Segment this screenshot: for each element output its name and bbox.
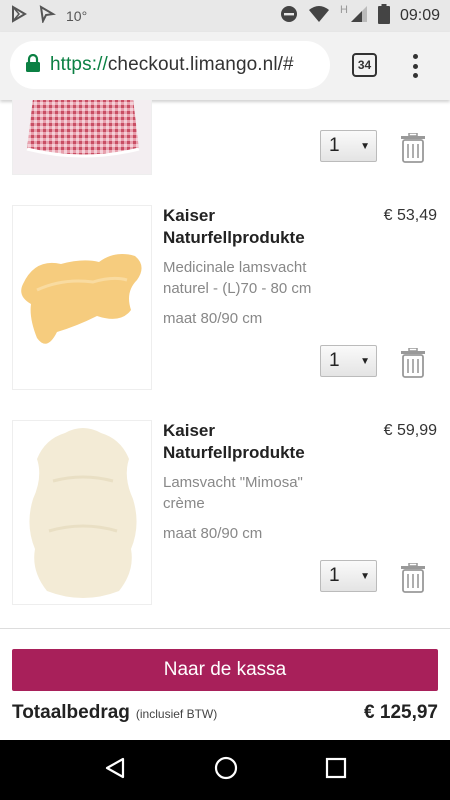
status-right: H 09:09	[280, 4, 440, 28]
total-note: (inclusief BTW)	[135, 707, 218, 721]
url-host: checkout.limango.nl/#	[107, 54, 294, 75]
quantity-select[interactable]: 1 ▼	[320, 130, 377, 162]
url-bar[interactable]: https://checkout.limango.nl/#	[10, 41, 330, 89]
product-size: maat 80/90 cm	[163, 310, 263, 327]
menu-dots-icon[interactable]	[405, 52, 425, 80]
total-row: Totaalbedrag (inclusief BTW) € 125,97	[12, 702, 438, 730]
product-price: € 59,99	[383, 422, 437, 439]
product-image[interactable]	[12, 420, 152, 605]
trash-icon[interactable]	[400, 562, 428, 595]
divider	[0, 628, 450, 629]
browser-toolbar: https://checkout.limango.nl/# 34	[0, 32, 450, 100]
checkout-button[interactable]: Naar de kassa	[12, 649, 438, 691]
back-icon[interactable]	[103, 756, 127, 785]
url-scheme: https://	[50, 54, 108, 75]
status-bar: 10° H 09:09	[0, 0, 450, 32]
navigation-icon	[38, 5, 56, 27]
product-price: € 53,49	[383, 207, 437, 224]
product-brand: Kaiser Naturfellprodukte	[163, 421, 305, 462]
trash-icon[interactable]	[400, 132, 428, 165]
product-size: maat 80/90 cm	[163, 525, 263, 542]
lock-icon	[26, 53, 40, 77]
product-image[interactable]	[12, 205, 152, 390]
trash-icon[interactable]	[400, 347, 428, 380]
cart-item: Kaiser Naturfellprodukte € 53,49 Medicin…	[0, 205, 450, 395]
home-icon[interactable]	[213, 755, 239, 786]
cart-list: 1 ▼ Kaiser Naturfellprodukte € 53,49 Medi…	[0, 100, 450, 628]
clock: 09:09	[399, 7, 440, 24]
signal-icon	[350, 5, 368, 27]
cart-item: Kaiser Naturfellprodukte € 59,99 Lamsvac…	[0, 420, 450, 610]
quantity-select[interactable]: 1 ▼	[320, 345, 377, 377]
product-brand: Kaiser Naturfellprodukte	[163, 206, 305, 247]
quantity-select[interactable]: 1 ▼	[320, 560, 377, 592]
do-not-disturb-icon	[280, 5, 298, 27]
url-text: https://checkout.limango.nl/#	[50, 54, 294, 76]
total-label: Totaalbedrag	[12, 702, 130, 723]
cart-item: 1 ▼	[0, 100, 450, 200]
product-image[interactable]	[12, 100, 152, 175]
navigation-bar	[0, 740, 450, 800]
battery-icon	[377, 4, 390, 28]
product-description: Medicinale lamsvacht naturel - (L)70 - 8…	[163, 259, 312, 297]
total-value: € 125,97	[364, 702, 438, 723]
play-store-icon	[10, 5, 28, 27]
recents-icon[interactable]	[325, 757, 347, 784]
temperature: 10°	[66, 8, 88, 24]
wifi-icon	[308, 5, 330, 27]
status-left: 10°	[10, 5, 87, 27]
product-description: Lamsvacht "Mimosa" crème	[163, 474, 303, 512]
network-letter: H	[340, 4, 348, 16]
tab-switcher-button[interactable]: 34	[352, 53, 377, 77]
